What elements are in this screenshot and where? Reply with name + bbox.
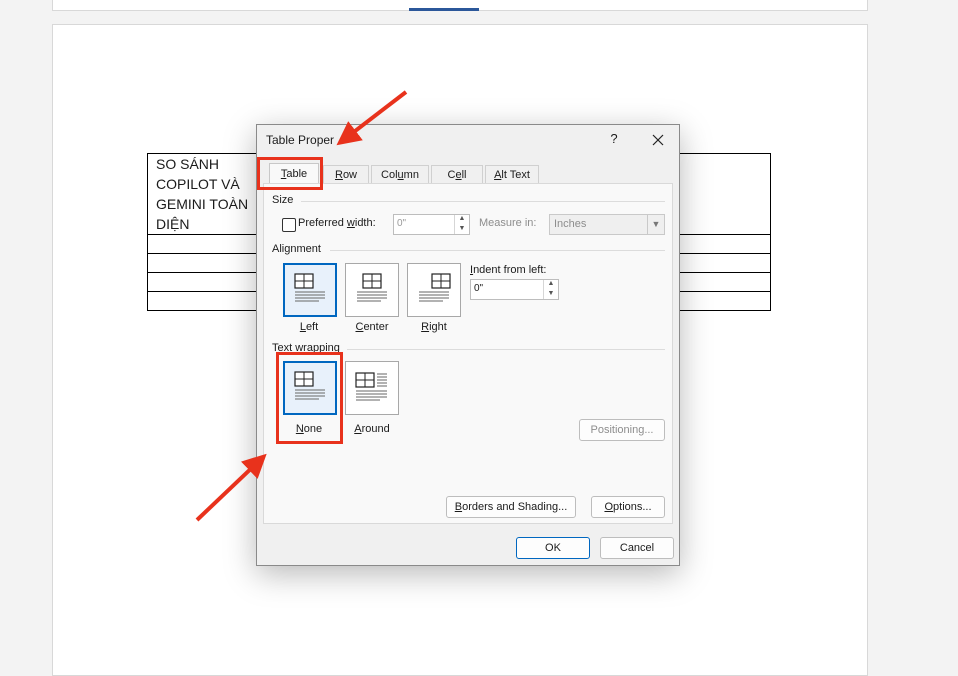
annotation-arrow-icon <box>195 90 408 522</box>
